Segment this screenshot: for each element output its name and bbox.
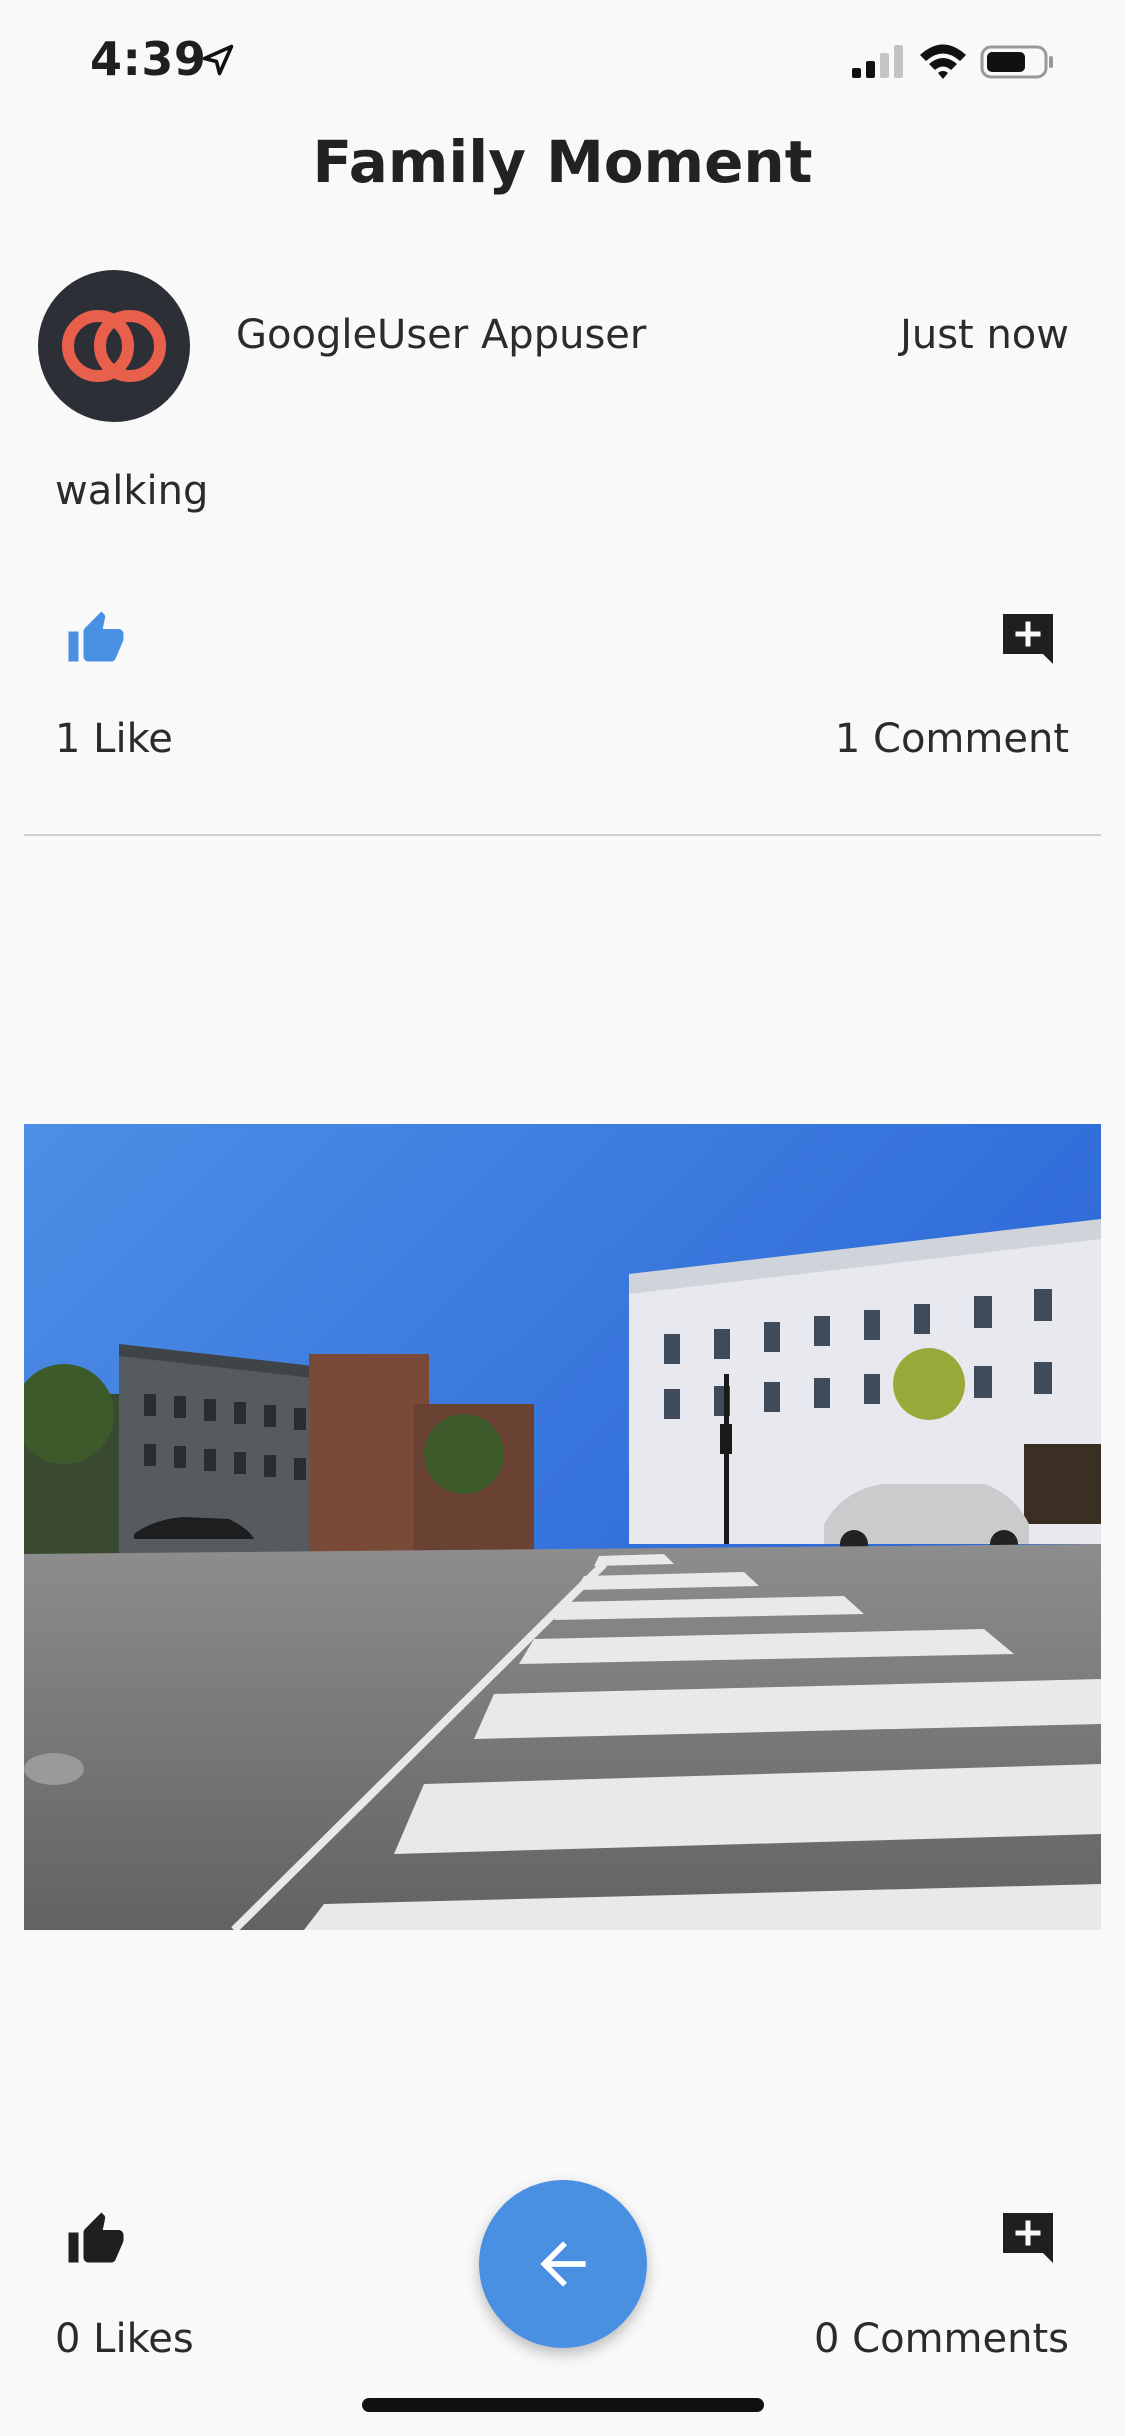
add-comment-icon	[1003, 614, 1053, 664]
wifi-icon	[920, 44, 966, 79]
cellular-signal-icon	[852, 45, 903, 78]
post-timestamp: Just now	[900, 312, 1069, 358]
battery-icon	[980, 45, 1053, 79]
add-comment-icon	[1003, 2213, 1053, 2263]
status-bar: 4:39	[0, 0, 1125, 130]
add-comment-button[interactable]	[998, 609, 1058, 669]
post-text: walking	[55, 468, 209, 514]
status-time: 4:39	[90, 32, 207, 86]
thumbs-up-icon	[68, 611, 124, 662]
divider	[24, 834, 1101, 836]
footer-add-comment-button[interactable]	[998, 2208, 1058, 2268]
footer-comments-count[interactable]: 0 Comments	[814, 2316, 1069, 2362]
avatar[interactable]	[38, 270, 190, 422]
likes-count[interactable]: 1 Like	[55, 716, 173, 762]
street-photo-image	[24, 1124, 1101, 1930]
arrow-left-icon	[540, 2241, 586, 2287]
post-photo[interactable]	[24, 1124, 1101, 1930]
comments-count[interactable]: 1 Comment	[835, 716, 1069, 762]
thumbs-up-icon	[68, 2212, 124, 2263]
back-button[interactable]	[479, 2180, 647, 2348]
home-indicator	[362, 2398, 764, 2412]
footer-likes-count[interactable]: 0 Likes	[55, 2316, 194, 2362]
location-arrow-icon	[202, 44, 234, 76]
page-title: Family Moment	[312, 128, 813, 196]
footer-like-button[interactable]	[66, 2210, 126, 2270]
like-button[interactable]	[66, 609, 126, 669]
app-logo-icon	[62, 310, 166, 382]
author-name[interactable]: GoogleUser Appuser	[236, 312, 646, 358]
